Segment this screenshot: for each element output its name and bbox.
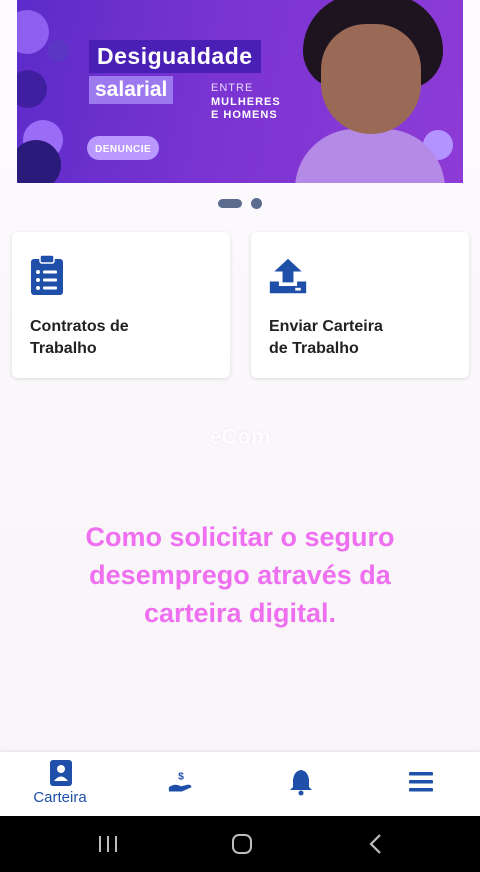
card-label-line: de Trabalho — [269, 340, 359, 357]
nav-beneficios[interactable]: $ — [120, 752, 240, 816]
nav-carteira[interactable]: Carteira — [0, 752, 120, 816]
hand-money-icon: $ — [168, 771, 192, 792]
card-label-line: Enviar Carteira — [269, 318, 383, 335]
bottom-navigation: Carteira $ — [0, 752, 480, 816]
app-screen: Desigualdade salarial ENTRE MULHERES E H… — [0, 0, 480, 872]
nav-menu[interactable] — [360, 752, 480, 816]
system-navigation-bar — [0, 816, 480, 872]
banner-title: Desigualdade — [97, 43, 253, 69]
banner-decoration — [47, 40, 69, 62]
wallet-card-icon — [50, 760, 72, 786]
home-icon[interactable] — [222, 830, 262, 858]
card-label-line: Trabalho — [30, 340, 97, 357]
enviar-carteira-card-label: Enviar Carteira de Trabalho — [269, 316, 449, 360]
enviar-carteira-card[interactable]: Enviar Carteira de Trabalho — [251, 232, 469, 378]
menu-icon — [409, 772, 433, 792]
card-label-line: Contratos de — [30, 318, 129, 335]
recent-apps-icon[interactable] — [88, 830, 128, 858]
nav-carteira-label: Carteira — [33, 789, 87, 806]
banner-decoration — [17, 70, 47, 108]
nav-notificacoes[interactable] — [240, 752, 360, 816]
watermark-text: eCom — [209, 424, 271, 449]
banner-subtitle: salarial — [95, 78, 168, 101]
banner-decoration — [17, 10, 49, 54]
banner-genders: MULHERES E HOMENS — [211, 96, 281, 122]
banner-mulheres: MULHERES — [211, 96, 281, 108]
upload-icon — [269, 258, 307, 294]
carousel-dot-active[interactable] — [218, 199, 242, 208]
bell-icon — [290, 770, 312, 796]
banner-title-box: Desigualdade — [89, 40, 261, 73]
banner-entre: ENTRE — [211, 82, 254, 94]
banner-homens: E HOMENS — [211, 109, 278, 121]
tutorial-caption: Como solicitar o seguro desemprego atrav… — [85, 522, 395, 628]
contratos-card-label: Contratos de Trabalho — [30, 316, 210, 360]
banner-denuncie-pill: DENUNCIE — [87, 136, 160, 160]
campaign-banner[interactable]: Desigualdade salarial ENTRE MULHERES E H… — [17, 0, 463, 183]
banner-pill-label: DENUNCIE — [95, 144, 152, 155]
carousel-dot[interactable] — [251, 198, 262, 209]
clipboard-list-icon — [31, 254, 63, 295]
contratos-card[interactable]: Contratos de Trabalho — [12, 232, 230, 378]
back-icon[interactable] — [356, 830, 396, 858]
svg-text:$: $ — [178, 771, 184, 782]
banner-portrait — [295, 0, 445, 183]
banner-subtitle-box: salarial — [89, 76, 174, 104]
